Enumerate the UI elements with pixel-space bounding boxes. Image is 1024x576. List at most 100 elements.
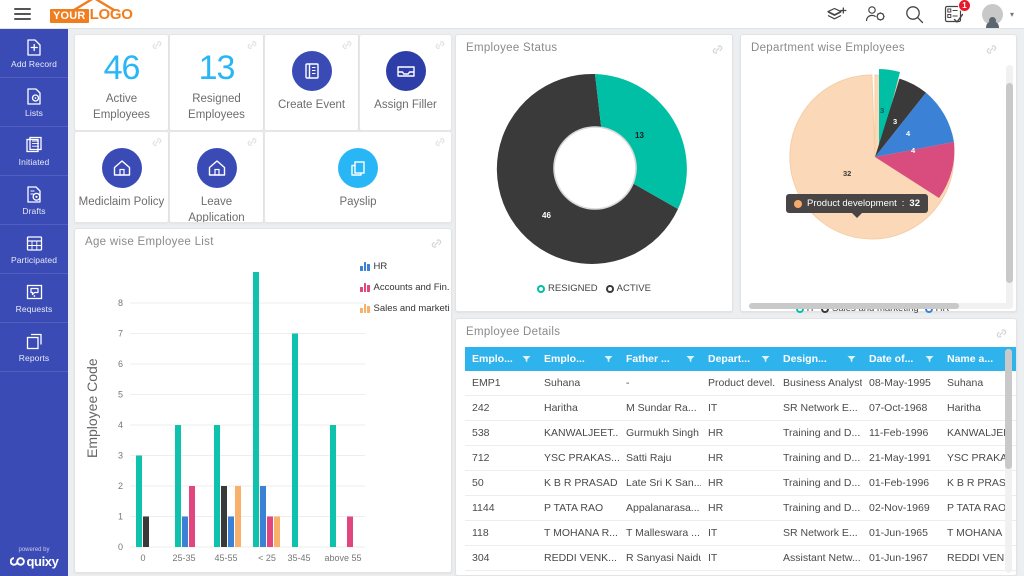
- bar[interactable]: [235, 486, 241, 547]
- donut-chart[interactable]: 13 46: [482, 63, 708, 275]
- cell-employee-code: 242: [465, 396, 537, 421]
- quixy-brand: quixy: [10, 554, 59, 569]
- filter-icon[interactable]: [522, 355, 531, 363]
- sidebar-item-requests[interactable]: Requests: [0, 274, 68, 323]
- table-header-father-name[interactable]: Father ...: [619, 347, 701, 371]
- table-header-designation[interactable]: Design...: [776, 347, 862, 371]
- pie-card-scrollbar[interactable]: [1006, 65, 1013, 309]
- app-logo[interactable]: YOUR LOGO: [50, 6, 133, 23]
- bar[interactable]: [330, 425, 336, 547]
- legend-item-sales-marketi[interactable]: Sales and marketi: [360, 303, 450, 314]
- table-header-employee-name[interactable]: Emplo...: [537, 347, 619, 371]
- table-body: EMP1 Suhana - Product devel... Business …: [465, 371, 1016, 576]
- bar[interactable]: [228, 517, 234, 548]
- legend-item-active[interactable]: ACTIVE: [606, 283, 651, 294]
- table-header-employee-code[interactable]: Emplo...: [465, 347, 537, 371]
- tile-mediclaim-policy[interactable]: Mediclaim Policy: [74, 131, 169, 223]
- dashboard-page: YOUR LOGO: [0, 0, 1024, 576]
- cell-date-of-birth: 07-Oct-1968: [862, 396, 940, 421]
- bar[interactable]: [347, 517, 353, 548]
- tile-caption: Assign Filler: [360, 98, 451, 114]
- svg-text:< 25: < 25: [258, 553, 276, 563]
- legend-label: Accounts and Fin.: [374, 282, 450, 293]
- link-icon[interactable]: [434, 136, 446, 148]
- legend-item-hr[interactable]: HR: [360, 261, 450, 272]
- bar[interactable]: [274, 517, 280, 548]
- quixy-brand-text: quixy: [27, 554, 59, 569]
- tile-active-employees[interactable]: 46 Active Employees: [74, 34, 169, 131]
- tile-resigned-employees[interactable]: 13 Resigned Employees: [169, 34, 264, 131]
- filter-icon[interactable]: [604, 355, 613, 363]
- link-icon[interactable]: [151, 39, 163, 51]
- table-row[interactable]: 538 KANWALJEET... Gurmukh Singh HR Train…: [465, 421, 1016, 446]
- filter-icon[interactable]: [925, 355, 934, 363]
- tile-create-event[interactable]: Create Event: [264, 34, 359, 131]
- link-icon[interactable]: [711, 43, 724, 56]
- table-header-date-of-birth[interactable]: Date of...: [862, 347, 940, 371]
- table-row[interactable]: EMP1 Suhana - Product devel... Business …: [465, 371, 1016, 396]
- sidebar-item-initiated[interactable]: Initiated: [0, 127, 68, 176]
- cell-designation: SR Network E...: [776, 396, 862, 421]
- tile-leave-application[interactable]: Leave Application: [169, 131, 264, 223]
- table-row[interactable]: 50 K B R PRASAD Late Sri K San... HR Tra…: [465, 471, 1016, 496]
- filter-icon[interactable]: [761, 355, 770, 363]
- sidebar-item-participated[interactable]: Participated: [0, 225, 68, 274]
- sidebar-item-add-record[interactable]: Add Record: [0, 29, 68, 78]
- tile-value: 46: [75, 51, 168, 85]
- chevron-down-icon[interactable]: ▾: [1010, 10, 1014, 19]
- link-icon[interactable]: [246, 136, 258, 148]
- cell-designation: Business Analyst: [776, 371, 862, 396]
- requests-icon: [25, 283, 44, 302]
- pie-card-hscrollbar[interactable]: [749, 303, 1011, 309]
- sidebar-item-label: Lists: [25, 108, 43, 118]
- bar[interactable]: [182, 517, 188, 548]
- link-icon[interactable]: [341, 39, 353, 51]
- sidebar-item-reports[interactable]: Reports: [0, 323, 68, 372]
- tasks-icon[interactable]: 1: [943, 3, 965, 25]
- add-layers-icon[interactable]: [826, 3, 848, 25]
- bar[interactable]: [260, 486, 266, 547]
- table-row[interactable]: 242 Haritha M Sundar Ra... IT SR Network…: [465, 396, 1016, 421]
- bar[interactable]: [221, 486, 227, 547]
- pie-chart[interactable]: 3 3 4 4 32: [763, 61, 991, 261]
- user-settings-icon[interactable]: [865, 3, 887, 25]
- cell-employee-code: 304: [465, 546, 537, 571]
- table-row[interactable]: 118 T MOHANA R... T Malleswara ... IT SR…: [465, 521, 1016, 546]
- bar[interactable]: [136, 456, 142, 548]
- table-row[interactable]: 1144 P TATA RAO Appalanarasa... HR Train…: [465, 496, 1016, 521]
- tile-payslip[interactable]: Payslip: [264, 131, 452, 223]
- link-icon[interactable]: [995, 327, 1008, 340]
- bar[interactable]: [189, 486, 195, 547]
- tile-assign-filler[interactable]: Assign Filler: [359, 34, 452, 131]
- bar[interactable]: [267, 517, 273, 548]
- card-employee-details: Employee Details Emplo... Emplo...: [455, 318, 1017, 576]
- table-header-department[interactable]: Depart...: [701, 347, 776, 371]
- bar[interactable]: [253, 272, 259, 547]
- cell-designation: Training and D...: [776, 496, 862, 521]
- link-icon[interactable]: [151, 136, 163, 148]
- sidebar-item-lists[interactable]: Lists: [0, 78, 68, 127]
- legend-item-accounts-fin[interactable]: Accounts and Fin.: [360, 282, 450, 293]
- filter-icon[interactable]: [686, 355, 695, 363]
- header-label: Name a...: [947, 353, 993, 365]
- cell-employee-name: P TATA RAO: [537, 496, 619, 521]
- link-icon[interactable]: [434, 39, 446, 51]
- table-row[interactable]: 304 REDDI VENK... R Sanyasi Naidu IT Ass…: [465, 546, 1016, 571]
- cell-designation: Training and D...: [776, 446, 862, 471]
- bar[interactable]: [143, 517, 149, 548]
- bar[interactable]: [175, 425, 181, 547]
- bar[interactable]: [292, 334, 298, 548]
- bar[interactable]: [214, 425, 220, 547]
- legend-item-resigned[interactable]: RESIGNED: [537, 283, 598, 294]
- table-row[interactable]: 712 YSC PRAKAS... Satti Raju HR Training…: [465, 446, 1016, 471]
- employee-table: Emplo... Emplo... Father ... Depart: [465, 347, 1016, 576]
- link-icon[interactable]: [985, 43, 998, 56]
- sidebar-item-drafts[interactable]: Drafts: [0, 176, 68, 225]
- table-scrollbar[interactable]: [1005, 349, 1012, 573]
- table-row[interactable]: 195 K SRIHARI RAO K Narasimham Accounts …: [465, 571, 1016, 576]
- link-icon[interactable]: [246, 39, 258, 51]
- search-icon[interactable]: [904, 3, 926, 25]
- avatar[interactable]: [982, 4, 1003, 25]
- filter-icon[interactable]: [847, 355, 856, 363]
- hamburger-icon[interactable]: [0, 8, 44, 20]
